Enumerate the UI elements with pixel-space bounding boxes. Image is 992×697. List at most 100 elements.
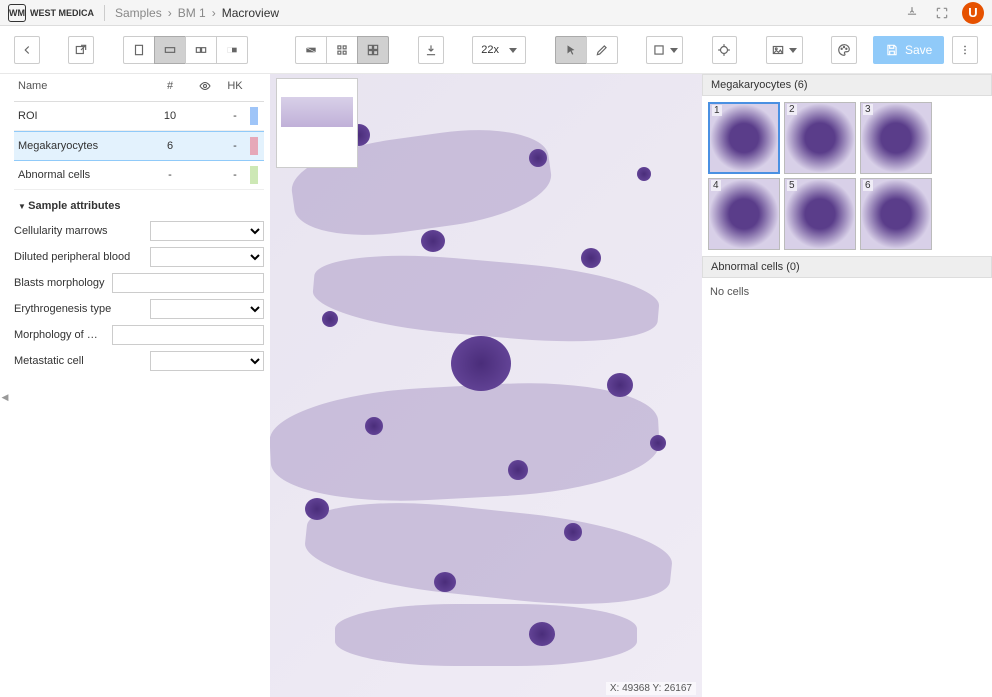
cell-group-header[interactable]: Megakaryocytes (6) xyxy=(702,74,992,96)
class-name: Abnormal cells xyxy=(18,169,150,181)
cell-thumbnail[interactable]: 6 xyxy=(860,178,932,250)
class-count: 10 xyxy=(150,110,190,122)
cell-thumbnail[interactable]: 5 xyxy=(784,178,856,250)
attribute-row: Blasts morphology xyxy=(14,270,264,296)
attribute-row: Metastatic cell xyxy=(14,348,264,374)
cell-thumbnail[interactable]: 4 xyxy=(708,178,780,250)
attribute-label: Diluted peripheral blood xyxy=(14,251,144,263)
class-row[interactable]: ROI 10 - xyxy=(14,102,264,131)
class-color-swatch xyxy=(250,166,258,184)
attribute-row: Cellularity marrows xyxy=(14,218,264,244)
download-button[interactable] xyxy=(418,36,444,64)
chevron-down-icon xyxy=(785,44,797,56)
pin-icon[interactable] xyxy=(902,3,922,23)
cell-thumbnail[interactable]: 3 xyxy=(860,102,932,174)
user-avatar[interactable]: U xyxy=(962,2,984,24)
classes-table-header: Name # HK xyxy=(14,74,264,102)
class-count: 6 xyxy=(150,140,190,152)
class-hotkey: - xyxy=(220,110,250,122)
right-panel: Megakaryocytes (6) 1 2 3 4 5 6 Abnormal cells… xyxy=(702,74,992,697)
divider xyxy=(104,5,105,21)
breadcrumb: Samples › BM 1 › Macroview xyxy=(115,6,279,20)
view-split-button[interactable] xyxy=(185,36,217,64)
save-label: Save xyxy=(905,43,932,57)
pencil-tool[interactable] xyxy=(586,36,618,64)
cell-thumbnail[interactable]: 1 xyxy=(708,102,780,174)
view-mode-group xyxy=(123,36,248,64)
annotation-mode-group xyxy=(295,36,389,64)
attribute-select[interactable] xyxy=(150,247,264,267)
thumbnail-number: 6 xyxy=(863,180,873,191)
col-visible[interactable] xyxy=(190,80,220,95)
col-name[interactable]: Name xyxy=(18,80,150,95)
logo-mark: WM xyxy=(8,4,26,22)
class-name: Megakaryocytes xyxy=(18,140,150,152)
tool-group xyxy=(555,36,618,64)
save-button[interactable]: Save xyxy=(873,36,944,64)
pointer-tool[interactable] xyxy=(555,36,587,64)
attribute-row: Diluted peripheral blood xyxy=(14,244,264,270)
class-color-swatch xyxy=(250,137,258,155)
fullscreen-icon[interactable] xyxy=(932,3,952,23)
thumbnail-number: 4 xyxy=(711,180,721,191)
attribute-label: Morphology of megakaryocyt... xyxy=(14,329,106,341)
class-count: - xyxy=(150,169,190,181)
attribute-row: Erythrogenesis type xyxy=(14,296,264,322)
thumbnail-number: 1 xyxy=(712,105,722,116)
view-contrast-button[interactable] xyxy=(216,36,248,64)
cell-group-header[interactable]: Abnormal cells (0) xyxy=(702,256,992,278)
main-area: ◀ Name # HK ROI 10 - Megakaryocytes 6 - … xyxy=(0,74,992,697)
logo: WM WEST MEDICA xyxy=(8,4,94,22)
attribute-label: Erythrogenesis type xyxy=(14,303,144,315)
view-page-button[interactable] xyxy=(123,36,155,64)
breadcrumb-item[interactable]: BM 1 xyxy=(178,6,206,20)
attribute-select[interactable] xyxy=(150,351,264,371)
class-row[interactable]: Megakaryocytes 6 - xyxy=(14,131,264,161)
coordinates-display: X: 49368 Y: 26167 xyxy=(606,682,696,695)
palette-button[interactable] xyxy=(831,36,857,64)
logo-text: WEST MEDICA xyxy=(30,8,94,18)
thumbnail-number: 3 xyxy=(863,104,873,115)
class-row[interactable]: Abnormal cells - - xyxy=(14,161,264,190)
cell-thumbnail[interactable]: 2 xyxy=(784,102,856,174)
target-button[interactable] xyxy=(712,36,738,64)
collapse-left-handle[interactable]: ◀ xyxy=(0,386,10,410)
shape-dropdown[interactable] xyxy=(646,36,683,64)
attributes-section-title[interactable]: Sample attributes xyxy=(14,190,264,218)
left-panel: Name # HK ROI 10 - Megakaryocytes 6 - Ab… xyxy=(0,74,270,697)
attribute-input[interactable] xyxy=(112,273,264,293)
grid-small-button[interactable] xyxy=(326,36,358,64)
breadcrumb-item[interactable]: Samples xyxy=(115,6,162,20)
image-dropdown[interactable] xyxy=(766,36,803,64)
back-button[interactable] xyxy=(14,36,40,64)
attribute-select[interactable] xyxy=(150,299,264,319)
thumbnail-number: 5 xyxy=(787,180,797,191)
zoom-dropdown[interactable]: 22x xyxy=(472,36,526,64)
grid-large-button[interactable] xyxy=(357,36,389,64)
class-color-swatch xyxy=(250,107,258,125)
chevron-down-icon xyxy=(666,44,678,56)
class-hotkey: - xyxy=(220,169,250,181)
app-header: WM WEST MEDICA Samples › BM 1 › Macrovie… xyxy=(0,0,992,26)
chevron-down-icon xyxy=(505,44,517,56)
attribute-row: Morphology of megakaryocyt... xyxy=(14,322,264,348)
external-link-button[interactable] xyxy=(68,36,94,64)
col-hotkey[interactable]: HK xyxy=(220,80,250,95)
attribute-label: Blasts morphology xyxy=(14,277,106,289)
thumbnail-grid: 1 2 3 4 5 6 xyxy=(702,96,992,256)
view-wide-button[interactable] xyxy=(154,36,186,64)
contrast-button[interactable] xyxy=(295,36,327,64)
attribute-select[interactable] xyxy=(150,221,264,241)
col-count[interactable]: # xyxy=(150,80,190,95)
chevron-right-icon: › xyxy=(168,6,172,20)
minimap[interactable] xyxy=(276,78,358,168)
empty-state: No cells xyxy=(702,278,992,306)
attribute-input[interactable] xyxy=(112,325,264,345)
image-viewer[interactable]: X: 49368 Y: 26167 xyxy=(270,74,702,697)
thumbnail-number: 2 xyxy=(787,104,797,115)
attribute-label: Metastatic cell xyxy=(14,355,144,367)
attribute-label: Cellularity marrows xyxy=(14,225,144,237)
more-menu-button[interactable] xyxy=(952,36,978,64)
class-hotkey: - xyxy=(220,140,250,152)
toolbar: 22x Save xyxy=(0,26,992,74)
